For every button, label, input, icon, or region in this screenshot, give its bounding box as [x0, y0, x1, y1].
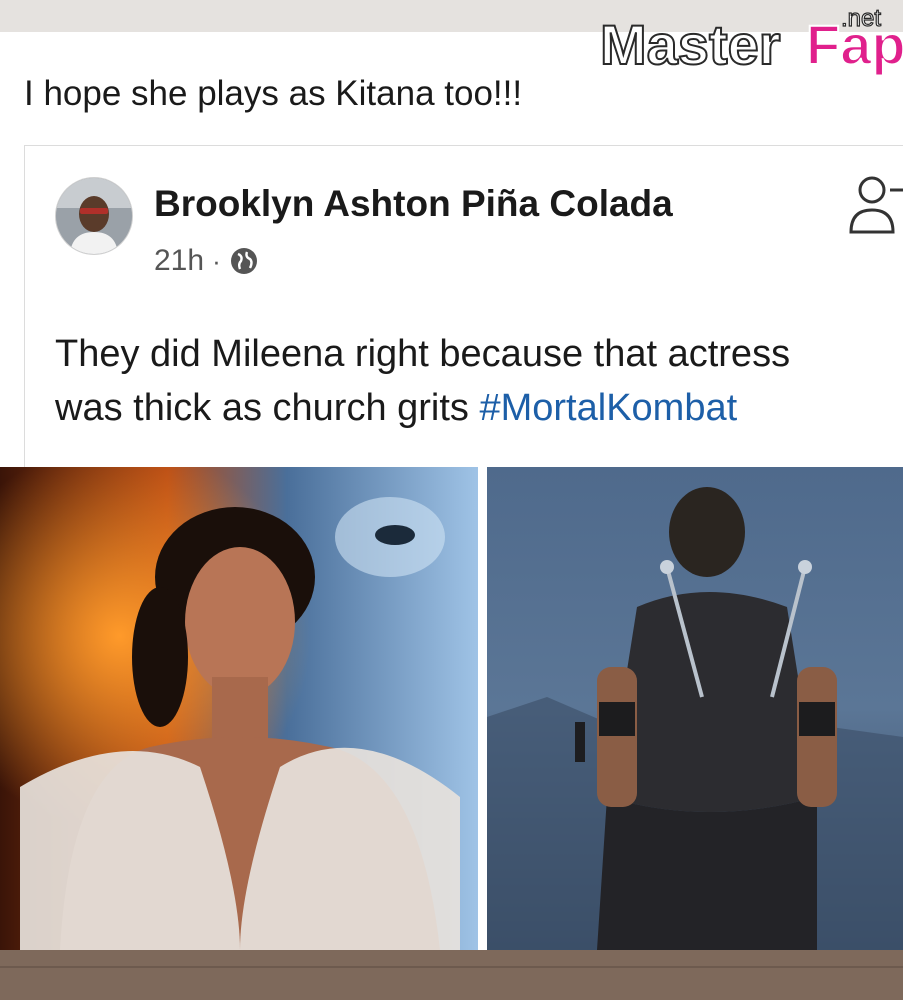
avatar[interactable] — [56, 178, 132, 254]
photo-divider — [478, 467, 487, 950]
meta-separator: · — [212, 246, 221, 276]
watermark-tld: .net — [841, 5, 881, 32]
masterfap-watermark: Master Fap .net — [599, 4, 903, 77]
bottom-bar — [0, 950, 903, 1000]
post-time[interactable]: 21h — [154, 241, 204, 281]
caption-text: I hope she plays as Kitana too!!! — [24, 74, 523, 113]
post-text-line-2-words: was thick as church grits — [55, 387, 469, 429]
hashtag-link[interactable]: #MortalKombat — [479, 387, 737, 429]
bottom-bar-line — [0, 966, 903, 968]
post-text-line-1: They did Mileena right because that actr… — [55, 333, 791, 375]
add-friend-icon[interactable] — [846, 172, 903, 238]
photo-premiere-portrait[interactable] — [0, 467, 478, 950]
post-text-line-2: was thick as church grits #MortalKombat — [55, 381, 903, 435]
watermark-master: Master — [600, 13, 781, 76]
post-body: They did Mileena right because that actr… — [55, 327, 903, 435]
photo-character-back[interactable] — [487, 467, 903, 950]
post-meta: 21h · — [154, 241, 259, 281]
post-author-name[interactable]: Brooklyn Ashton Piña Colada — [154, 181, 673, 227]
globe-icon — [230, 248, 257, 274]
